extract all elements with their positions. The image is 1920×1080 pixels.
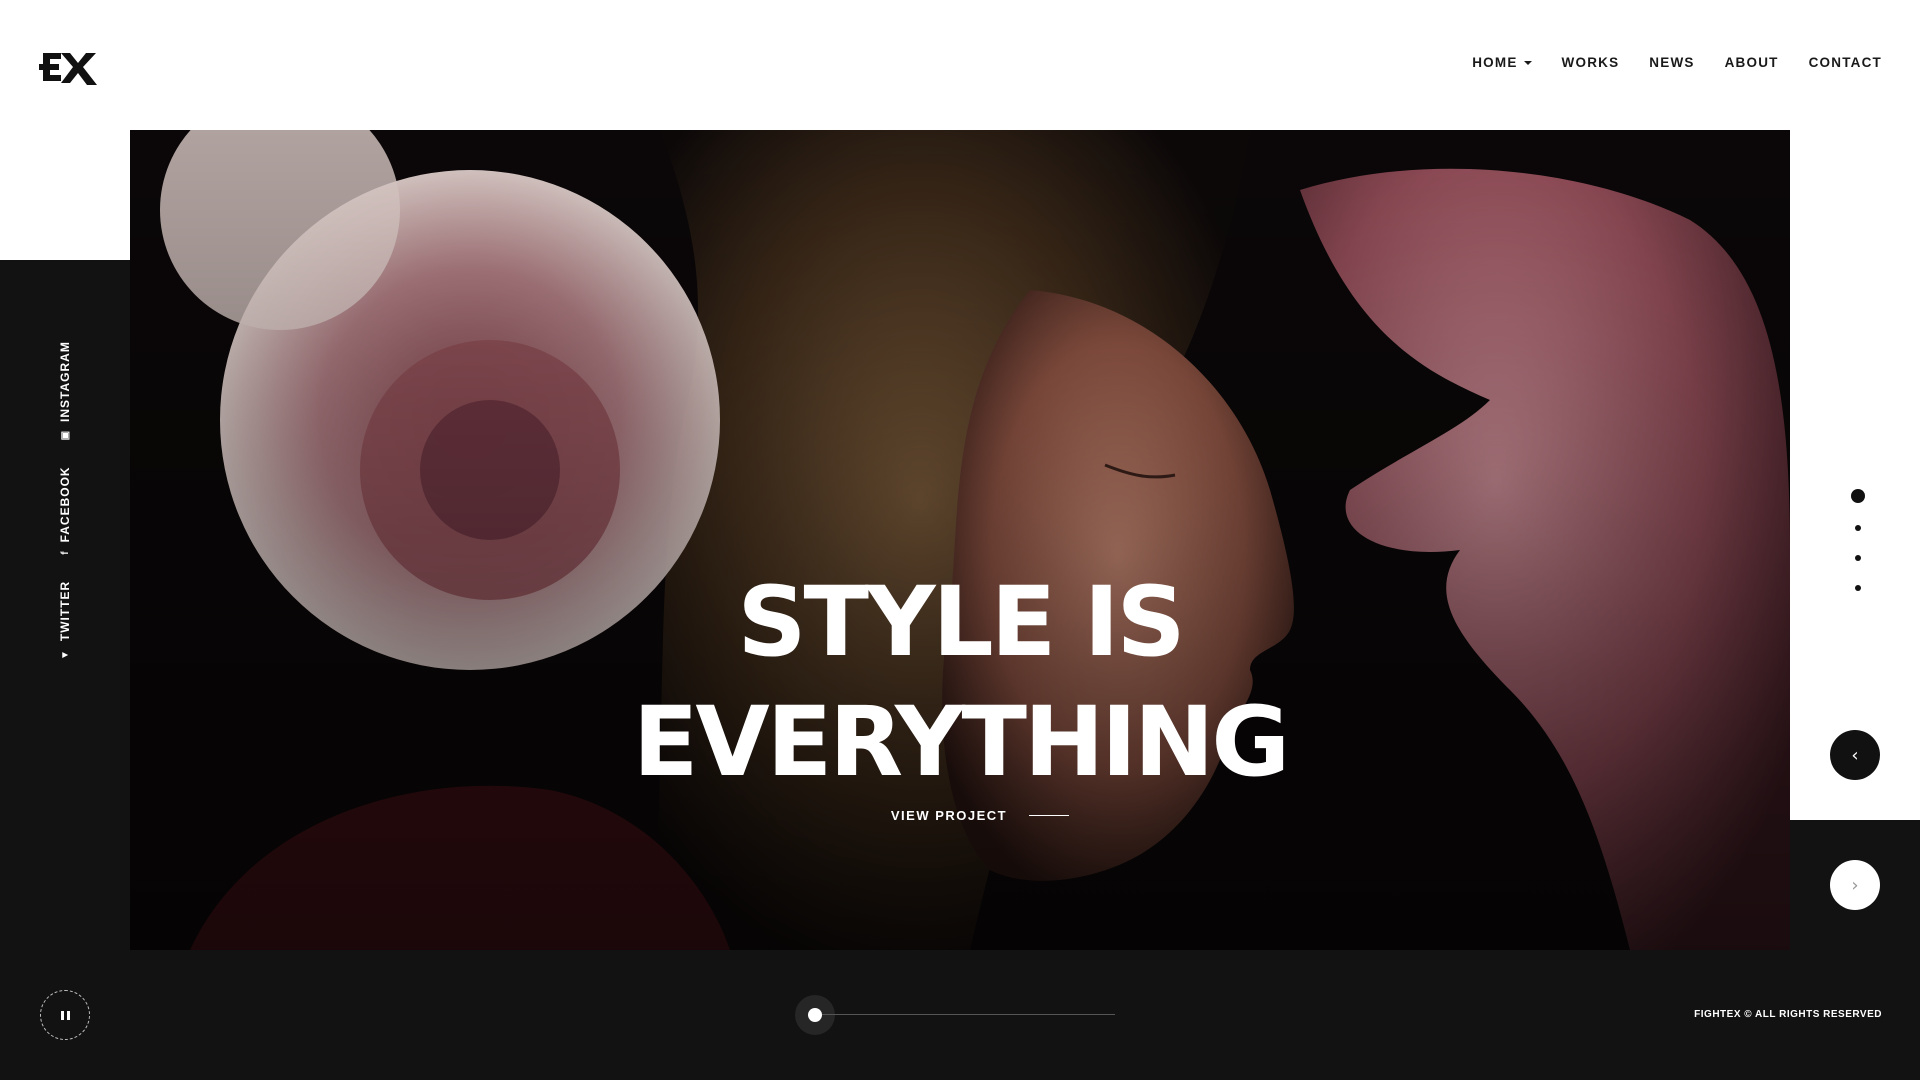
- view-project-label: VIEW PROJECT: [890, 808, 1008, 823]
- next-slide-button[interactable]: ›: [1830, 860, 1880, 910]
- social-twitter[interactable]: ▼ TWITTER: [58, 581, 72, 660]
- hero-title-line-2: EVERYTHING: [632, 686, 1290, 798]
- twitter-icon: ▼: [59, 649, 71, 660]
- social-links: ▼ TWITTER f FACEBOOK ▣ INSTAGRAM: [58, 315, 72, 660]
- slide-dot-2[interactable]: [1855, 525, 1861, 531]
- nav-works-label: WORKS: [1561, 55, 1620, 70]
- view-project-line: [1029, 815, 1070, 816]
- hero-slide: STYLE IS EVERYTHING VIEW PROJECT: [130, 130, 1790, 950]
- copyright-text: FIGHTEX © ALL RIGHTS RESERVED: [1694, 1009, 1882, 1020]
- brand-logo[interactable]: [39, 49, 99, 85]
- nav-works[interactable]: WORKS: [1562, 55, 1620, 70]
- facebook-icon: f: [59, 550, 71, 555]
- slide-progress[interactable]: [795, 995, 1115, 1035]
- chevron-right-icon: ›: [1851, 874, 1859, 896]
- nav-about-label: ABOUT: [1724, 55, 1779, 70]
- social-twitter-label: TWITTER: [58, 580, 72, 642]
- social-facebook-label: FACEBOOK: [58, 466, 72, 543]
- social-instagram-label: INSTAGRAM: [58, 341, 72, 422]
- progress-knob[interactable]: [808, 1008, 822, 1022]
- nav-news[interactable]: NEWS: [1649, 55, 1694, 70]
- slide-dot-4[interactable]: [1855, 585, 1861, 591]
- caret-down-icon: [1523, 60, 1532, 65]
- instagram-icon: ▣: [59, 429, 71, 441]
- main-nav: HOME WORKS NEWS ABOUT CONTACT: [1442, 55, 1882, 70]
- nav-contact[interactable]: CONTACT: [1809, 55, 1882, 70]
- hero-image: [130, 130, 1790, 950]
- social-facebook[interactable]: f FACEBOOK: [58, 466, 72, 554]
- pause-icon: [60, 1010, 70, 1020]
- hero-title-line-1: STYLE IS: [737, 566, 1185, 678]
- slide-dot-1[interactable]: [1851, 489, 1865, 503]
- slide-dot-3[interactable]: [1855, 555, 1861, 561]
- progress-track: [815, 1014, 1115, 1015]
- view-project-link[interactable]: VIEW PROJECT: [130, 808, 1790, 823]
- hero-title: STYLE IS EVERYTHING: [130, 562, 1790, 802]
- prev-slide-button[interactable]: ‹: [1830, 730, 1880, 780]
- nav-home[interactable]: HOME: [1472, 55, 1532, 70]
- social-instagram[interactable]: ▣ INSTAGRAM: [58, 341, 72, 440]
- nav-home-label: HOME: [1472, 55, 1518, 70]
- nav-about[interactable]: ABOUT: [1725, 55, 1779, 70]
- pause-button[interactable]: [40, 990, 90, 1040]
- nav-contact-label: CONTACT: [1808, 55, 1882, 70]
- nav-news-label: NEWS: [1649, 55, 1695, 70]
- chevron-left-icon: ‹: [1851, 744, 1859, 766]
